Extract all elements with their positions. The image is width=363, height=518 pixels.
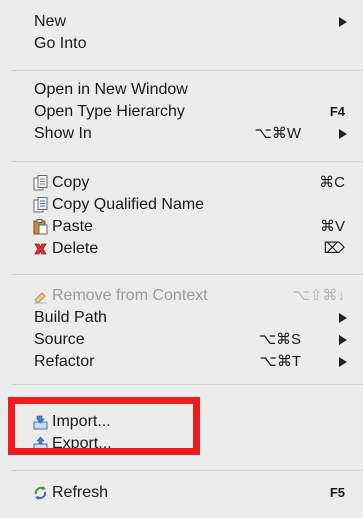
menu-item-label: Show In [34,125,92,142]
menu-item-shortcut: ⌥⌘T [259,353,301,370]
menu-item-label: Refactor [34,353,95,370]
menu-item-copy[interactable]: Copy ⌘C [0,172,363,194]
submenu-arrow-icon [339,357,347,367]
menu-item-shortcut: F5 [329,485,345,500]
menu-item-open-type-hierarchy[interactable]: Open Type Hierarchy F4 [0,101,363,123]
submenu-arrow-icon [339,129,347,139]
menu-item-delete[interactable]: Delete ⌦ [0,238,363,260]
menu-separator [12,70,363,71]
menu-item-label: Open in New Window [34,81,188,98]
copy-icon [33,175,48,191]
menu-item-label: Build Path [34,309,107,326]
menu-item-label: New [34,13,67,30]
menu-item-shortcut: F4 [329,104,345,119]
refresh-icon [34,486,47,500]
menu-separator [12,470,363,471]
menu-item-label: Delete [52,240,99,257]
remove-context-icon [34,292,47,304]
submenu-arrow-icon [339,313,347,323]
menu-item-refactor[interactable]: Refactor ⌥⌘T [0,351,363,373]
menu-item-go-into[interactable]: Go Into [0,33,363,55]
menu-item-label: Remove from Context [52,287,208,304]
menu-item-copy-qualified-name[interactable]: Copy Qualified Name [0,194,363,216]
menu-item-source[interactable]: Source ⌥⌘S [0,329,363,351]
menu-item-label: Paste [52,218,93,235]
menu-item-shortcut: ⌥⇧⌘↓ [292,287,345,304]
menu-separator [12,161,363,162]
menu-item-label: Copy [52,174,90,191]
menu-item-show-in[interactable]: Show In ⌥⌘W [0,123,363,145]
menu-item-refresh[interactable]: Refresh F5 [0,482,363,504]
menu-item-label: Go Into [34,35,87,52]
context-menu: New Go Into Open in New Window Open Type… [0,0,363,518]
submenu-arrow-icon [339,335,347,345]
menu-item-label: Open Type Hierarchy [34,103,185,120]
menu-item-shortcut: ⌘C [319,174,345,191]
menu-item-shortcut: ⌥⌘S [258,331,301,348]
menu-separator [12,384,363,385]
menu-item-label: Copy Qualified Name [52,196,205,213]
menu-item-shortcut: ⌦ [323,240,345,257]
menu-item-new[interactable]: New [0,11,363,33]
menu-item-shortcut: ⌥⌘W [254,125,301,142]
highlight-box [8,397,200,455]
menu-item-open-in-new-window[interactable]: Open in New Window [0,79,363,101]
menu-item-build-path[interactable]: Build Path [0,307,363,329]
menu-separator [12,274,363,275]
menu-item-label: Source [34,331,85,348]
menu-item-paste[interactable]: Paste ⌘V [0,216,363,238]
paste-icon [33,219,48,235]
submenu-arrow-icon [339,17,347,27]
delete-icon [34,243,47,255]
copy-qualified-name-icon [33,197,48,213]
menu-item-label: Refresh [52,484,109,501]
menu-item-shortcut: ⌘V [319,218,345,235]
menu-item-remove-from-context: Remove from Context ⌥⇧⌘↓ [0,285,363,307]
